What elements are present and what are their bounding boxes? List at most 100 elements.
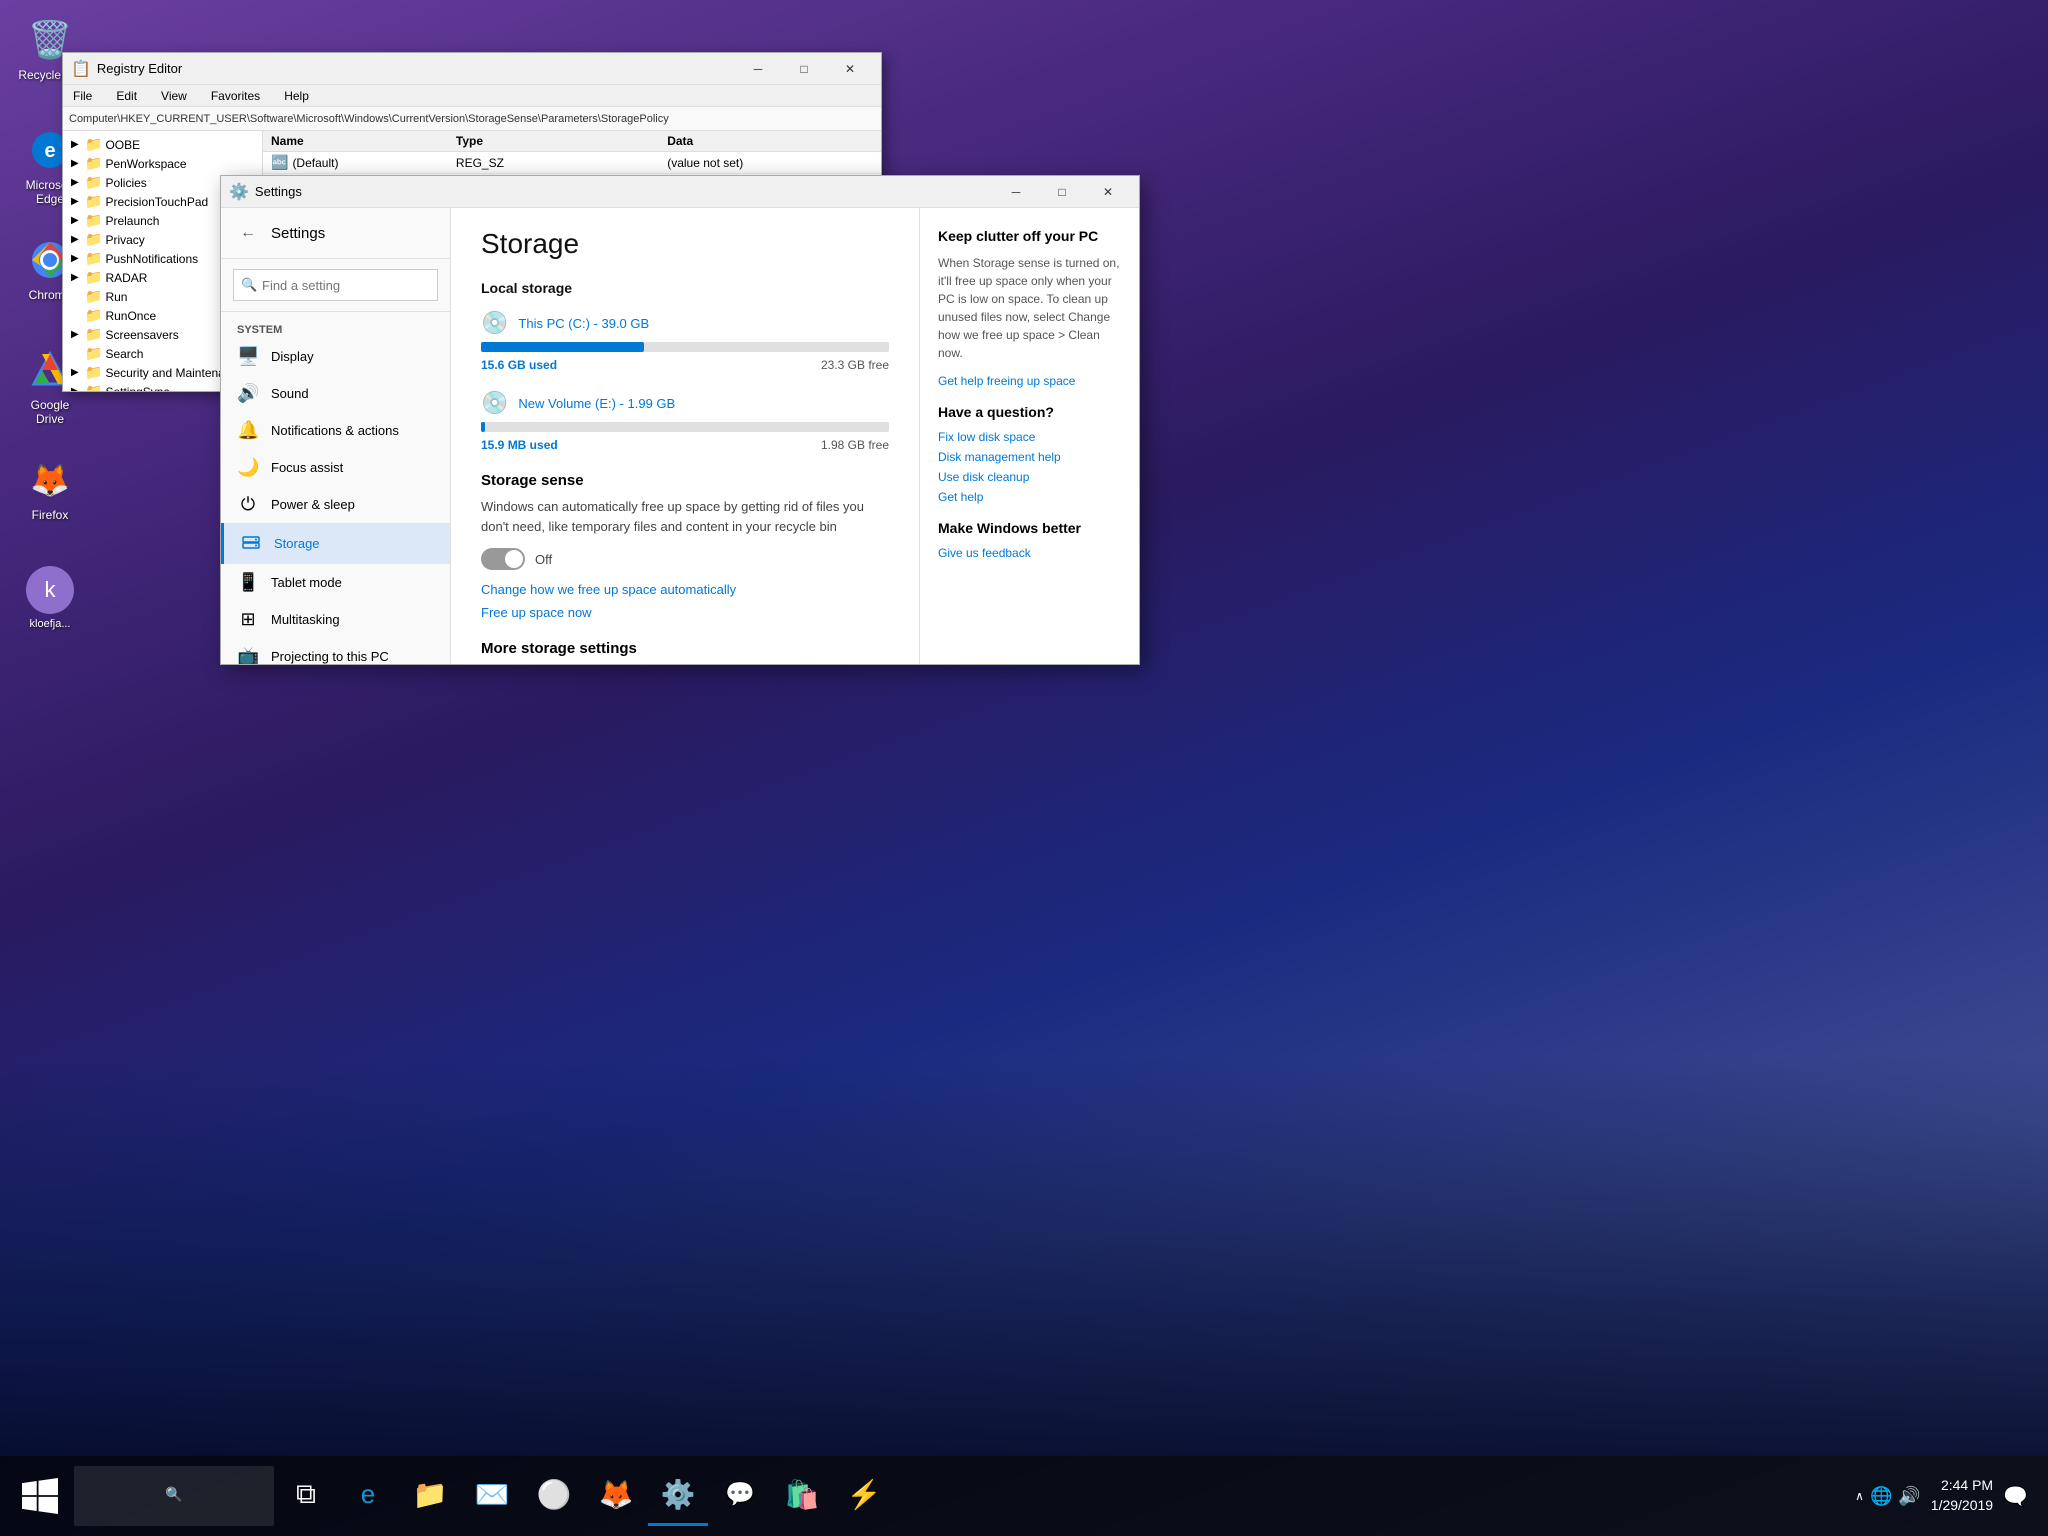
start-button[interactable] — [10, 1466, 70, 1526]
settings-minimize-btn[interactable]: ─ — [993, 176, 1039, 208]
settings-nav-display[interactable]: 🖥️ Display — [221, 338, 450, 375]
drive-e-stats: 15.9 MB used 1.98 GB free — [481, 438, 889, 452]
settings-app-icon: ⚙️ — [229, 182, 249, 202]
settings-nav-focus-assist-label: Focus assist — [271, 460, 343, 475]
registry-maximize-btn[interactable]: □ — [781, 53, 827, 85]
drive-c-link[interactable]: This PC (C:) - 39.0 GB — [518, 316, 649, 331]
registry-menu-favorites[interactable]: Favorites — [205, 87, 266, 105]
settings-nav-projecting[interactable]: 📺 Projecting to this PC — [221, 638, 450, 664]
desktop-icon-firefox[interactable]: 🦊 Firefox — [10, 450, 90, 528]
taskbar: 🔍 ⧉ e 📁 ✉️ ⚪ 🦊 ⚙️ 💬 — [0, 1456, 2048, 1536]
drive-e-free: 1.98 GB free — [821, 438, 889, 452]
taskbar-settings-btn[interactable]: ⚙️ — [648, 1466, 708, 1526]
settings-search-input[interactable] — [233, 269, 438, 301]
get-help-link[interactable]: Get help — [938, 490, 1121, 504]
registry-minimize-btn[interactable]: ─ — [735, 53, 781, 85]
settings-nav-projecting-label: Projecting to this PC — [271, 649, 389, 664]
projecting-icon: 📺 — [237, 646, 259, 664]
registry-menu-help[interactable]: Help — [278, 87, 315, 105]
storage-sense-toggle-row: Off — [481, 548, 889, 570]
settings-nav-notifications[interactable]: 🔔 Notifications & actions — [221, 412, 450, 449]
chrome-taskbar-icon: ⚪ — [537, 1478, 572, 1511]
tree-item-penworkspace[interactable]: ▶📁PenWorkspace — [63, 154, 262, 173]
search-icon: 🔍 — [241, 277, 257, 293]
taskbar-store-btn[interactable]: 🛍️ — [772, 1466, 832, 1526]
registry-menu-edit[interactable]: Edit — [110, 87, 143, 105]
get-help-freeing-link[interactable]: Get help freeing up space — [938, 374, 1121, 388]
taskbar-task-view-btn[interactable]: ⧉ — [276, 1466, 336, 1526]
reg-name-default: 🔤(Default) — [263, 152, 448, 174]
settings-search-wrap: 🔍 — [233, 269, 438, 301]
taskbar-time-display: 2:44 PM — [1931, 1476, 1993, 1496]
taskbar-mail-btn[interactable]: ✉️ — [462, 1466, 522, 1526]
store-icon: 🛍️ — [785, 1478, 820, 1511]
taskbar-clock[interactable]: 2:44 PM 1/29/2019 — [1931, 1476, 1993, 1515]
user-icon: k — [26, 566, 74, 614]
tray-chevron[interactable]: ∧ — [1855, 1489, 1864, 1503]
taskbar-unknown-btn[interactable]: ⚡ — [834, 1466, 894, 1526]
registry-menu-view[interactable]: View — [155, 87, 193, 105]
settings-nav-section: System 🖥️ Display 🔊 Sound 🔔 Notification… — [221, 312, 450, 664]
settings-close-btn[interactable]: ✕ — [1085, 176, 1131, 208]
reg-data-default: (value not set) — [659, 152, 881, 174]
unknown-app-icon: ⚡ — [847, 1478, 882, 1511]
tray-network-icon[interactable]: 🌐 — [1870, 1486, 1892, 1507]
drive-e-bar-wrap — [481, 422, 889, 432]
registry-menu-file[interactable]: File — [67, 87, 98, 105]
taskbar-ie-btn[interactable]: e — [338, 1466, 398, 1526]
free-up-now-link[interactable]: Free up space now — [481, 605, 889, 620]
settings-nav-top: ← Settings — [221, 208, 450, 259]
drive-c-icon: 💿 — [481, 310, 508, 336]
multitasking-icon: ⊞ — [237, 609, 259, 630]
tree-item-oobe[interactable]: ▶📁OOBE — [63, 135, 262, 154]
taskbar-search-btn[interactable]: 🔍 — [74, 1466, 274, 1526]
registry-row-default[interactable]: 🔤(Default) REG_SZ (value not set) — [263, 152, 881, 174]
action-center-icon[interactable]: 🗨️ — [2003, 1484, 2028, 1509]
tray-volume-icon[interactable]: 🔊 — [1898, 1486, 1920, 1507]
settings-nav-storage[interactable]: Storage — [221, 523, 450, 564]
user-icon-label: kloefja... — [30, 618, 71, 630]
taskbar-chrome-btn[interactable]: ⚪ — [524, 1466, 584, 1526]
give-feedback-link[interactable]: Give us feedback — [938, 546, 1121, 560]
settings-nav-sound[interactable]: 🔊 Sound — [221, 375, 450, 412]
storage-sense-section: Storage sense Windows can automatically … — [481, 472, 889, 620]
drive-e-link[interactable]: New Volume (E:) - 1.99 GB — [518, 396, 675, 411]
registry-close-btn[interactable]: ✕ — [827, 53, 873, 85]
settings-main-content: Storage Local storage 💿 This PC (C:) - 3… — [451, 208, 919, 664]
settings-window: ⚙️ Settings ─ □ ✕ ← Settings 🔍 — [220, 175, 1140, 665]
change-free-space-link[interactable]: Change how we free up space automaticall… — [481, 582, 889, 597]
settings-titlebar: ⚙️ Settings ─ □ ✕ — [221, 176, 1139, 208]
settings-nav-power[interactable]: ⏻ Power & sleep — [221, 486, 450, 523]
desktop-icon-user[interactable]: k kloefja... — [10, 560, 90, 636]
right-panel-title-3: Make Windows better — [938, 520, 1121, 536]
registry-icon: 📋 — [71, 59, 91, 79]
storage-page-title: Storage — [481, 228, 889, 260]
settings-nav-sound-label: Sound — [271, 386, 309, 401]
mail-icon: ✉️ — [475, 1478, 510, 1511]
disk-cleanup-link[interactable]: Use disk cleanup — [938, 470, 1121, 484]
taskbar-right: ∧ 🌐 🔊 2:44 PM 1/29/2019 🗨️ — [1855, 1476, 2028, 1515]
settings-right-panel: Keep clutter off your PC When Storage se… — [919, 208, 1139, 664]
storage-sense-toggle[interactable] — [481, 548, 525, 570]
settings-nav-focus-assist[interactable]: 🌙 Focus assist — [221, 449, 450, 486]
more-storage-title: More storage settings — [481, 640, 889, 657]
settings-back-button[interactable]: ← — [233, 218, 263, 248]
taskbar-firefox-btn[interactable]: 🦊 — [586, 1466, 646, 1526]
sound-icon: 🔊 — [237, 383, 259, 404]
search-box-icon: 🔍 — [165, 1486, 182, 1503]
fix-low-disk-link[interactable]: Fix low disk space — [938, 430, 1121, 444]
settings-nav-multitasking[interactable]: ⊞ Multitasking — [221, 601, 450, 638]
right-panel-title-2: Have a question? — [938, 404, 1121, 420]
drive-e-used: 15.9 MB used — [481, 438, 558, 452]
disk-management-link[interactable]: Disk management help — [938, 450, 1121, 464]
taskbar-explorer-btn[interactable]: 📁 — [400, 1466, 460, 1526]
task-view-icon: ⧉ — [296, 1478, 316, 1511]
settings-nav-tablet-label: Tablet mode — [271, 575, 342, 590]
settings-sidebar-title: Settings — [271, 225, 325, 242]
settings-nav-tablet[interactable]: 📱 Tablet mode — [221, 564, 450, 601]
settings-maximize-btn[interactable]: □ — [1039, 176, 1085, 208]
right-panel-title-1: Keep clutter off your PC — [938, 228, 1121, 244]
settings-system-header: System — [221, 320, 450, 338]
settings-nav-power-label: Power & sleep — [271, 497, 355, 512]
taskbar-whatsapp-btn[interactable]: 💬 — [710, 1466, 770, 1526]
